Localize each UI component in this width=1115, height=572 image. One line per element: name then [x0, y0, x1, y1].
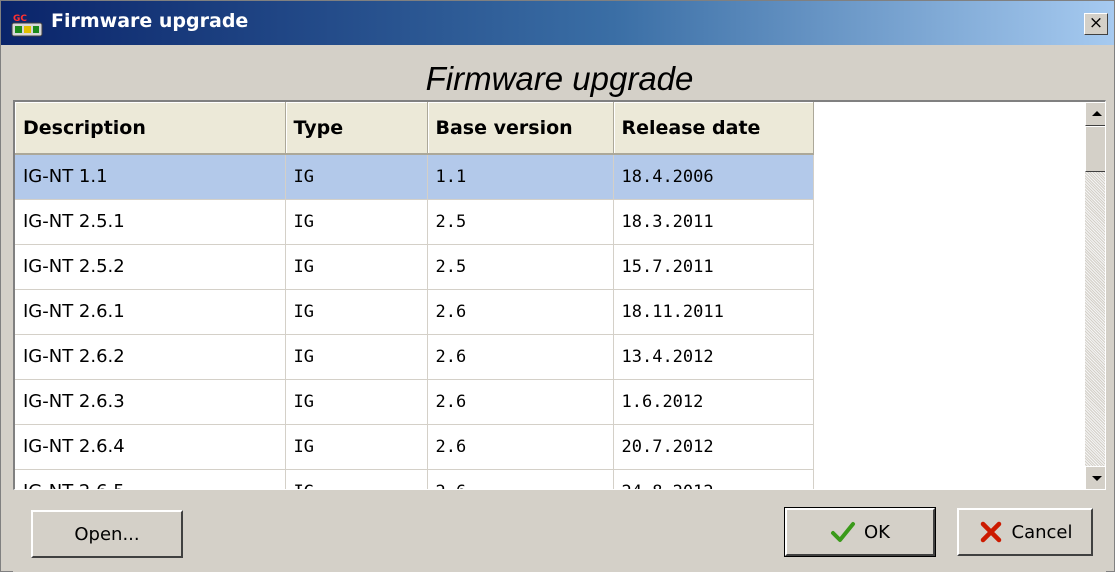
cell-type: IG — [285, 469, 428, 489]
cell-description: IG-NT 2.6.5 — [15, 469, 286, 489]
cancel-button[interactable]: Cancel — [957, 508, 1093, 556]
column-header-release-date[interactable]: Release date — [613, 102, 814, 155]
scroll-up-button[interactable] — [1085, 102, 1105, 126]
table-header-row: Description Type Base version Release da… — [15, 102, 814, 155]
app-icon: GC — [11, 12, 45, 38]
cell-description: IG-NT 2.6.4 — [15, 424, 286, 470]
firmware-table[interactable]: Description Type Base version Release da… — [13, 100, 1106, 490]
cell-description: IG-NT 2.6.2 — [15, 334, 286, 380]
dialog-heading: Firmware upgrade — [425, 60, 694, 97]
cell-base-version: 2.6 — [427, 334, 614, 380]
cell-base-version: 2.6 — [427, 379, 614, 425]
cell-type: IG — [285, 244, 428, 290]
table-row[interactable]: IG-NT 2.5.2 IG 2.5 15.7.2011 — [15, 244, 814, 290]
cell-base-version: 1.1 — [427, 154, 614, 200]
table-row[interactable]: IG-NT 2.6.2 IG 2.6 13.4.2012 — [15, 334, 814, 380]
scroll-thumb[interactable] — [1085, 126, 1105, 172]
cell-type: IG — [285, 379, 428, 425]
cell-base-version: 2.5 — [427, 244, 614, 290]
button-bar: Open... OK Cancel — [13, 490, 1106, 572]
ok-button[interactable]: OK — [784, 507, 936, 557]
cell-description: IG-NT 2.6.1 — [15, 289, 286, 335]
open-button-label: Open... — [74, 523, 140, 545]
cell-description: IG-NT 2.5.2 — [15, 244, 286, 290]
cell-type: IG — [285, 154, 428, 200]
cell-release-date: 24.8.2012 — [613, 469, 814, 489]
ok-button-label: OK — [864, 521, 890, 543]
open-button[interactable]: Open... — [31, 510, 183, 558]
title-bar[interactable]: GC Firmware upgrade × — [1, 1, 1114, 45]
cell-type: IG — [285, 334, 428, 380]
cell-release-date: 13.4.2012 — [613, 334, 814, 380]
table-row[interactable]: IG-NT 2.6.5IG2.624.8.2012 — [15, 469, 814, 489]
firmware-upgrade-window: GC Firmware upgrade × Firmware upgrade D… — [0, 0, 1115, 572]
table-row[interactable]: IG-NT 2.6.3 IG 2.6 1.6.2012 — [15, 379, 814, 425]
cell-release-date: 15.7.2011 — [613, 244, 814, 290]
cell-base-version: 2.6 — [427, 469, 614, 489]
cell-release-date: 18.4.2006 — [613, 154, 814, 200]
scroll-down-button[interactable] — [1085, 466, 1105, 489]
window-title: Firmware upgrade — [51, 10, 249, 32]
cell-release-date: 20.7.2012 — [613, 424, 814, 470]
cell-release-date: 18.11.2011 — [613, 289, 814, 335]
cell-release-date: 1.6.2012 — [613, 379, 814, 425]
cell-release-date: 18.3.2011 — [613, 199, 814, 245]
table-row[interactable]: IG-NT 2.6.1 IG 2.6 18.11.2011 — [15, 289, 814, 335]
dialog-header: Firmware upgrade — [13, 45, 1106, 100]
cell-type: IG — [285, 424, 428, 470]
table-row[interactable]: IG-NT 2.6.4 IG 2.6 20.7.2012 — [15, 424, 814, 470]
cell-base-version: 2.6 — [427, 289, 614, 335]
cell-description: IG-NT 2.5.1 — [15, 199, 286, 245]
cell-description: IG-NT 2.6.3 — [15, 379, 286, 425]
cell-base-version: 2.6 — [427, 424, 614, 470]
checkmark-icon — [830, 519, 856, 545]
cell-description: IG-NT 1.1 — [15, 154, 286, 200]
firmware-grid: Description Type Base version Release da… — [15, 102, 814, 489]
table-row[interactable]: IG-NT 2.5.1 IG 2.5 18.3.2011 — [15, 199, 814, 245]
vertical-scrollbar[interactable] — [1085, 102, 1105, 489]
close-button[interactable]: × — [1084, 13, 1108, 35]
cell-type: IG — [285, 199, 428, 245]
x-icon — [978, 519, 1004, 545]
column-header-type[interactable]: Type — [285, 102, 428, 155]
close-icon: × — [1088, 13, 1104, 33]
column-header-base-version[interactable]: Base version — [427, 102, 614, 155]
column-header-description[interactable]: Description — [15, 102, 286, 155]
cell-base-version: 2.5 — [427, 199, 614, 245]
cancel-button-label: Cancel — [1011, 521, 1073, 543]
table-row[interactable]: IG-NT 1.1 IG 1.1 18.4.2006 — [15, 154, 814, 200]
cell-type: IG — [285, 289, 428, 335]
